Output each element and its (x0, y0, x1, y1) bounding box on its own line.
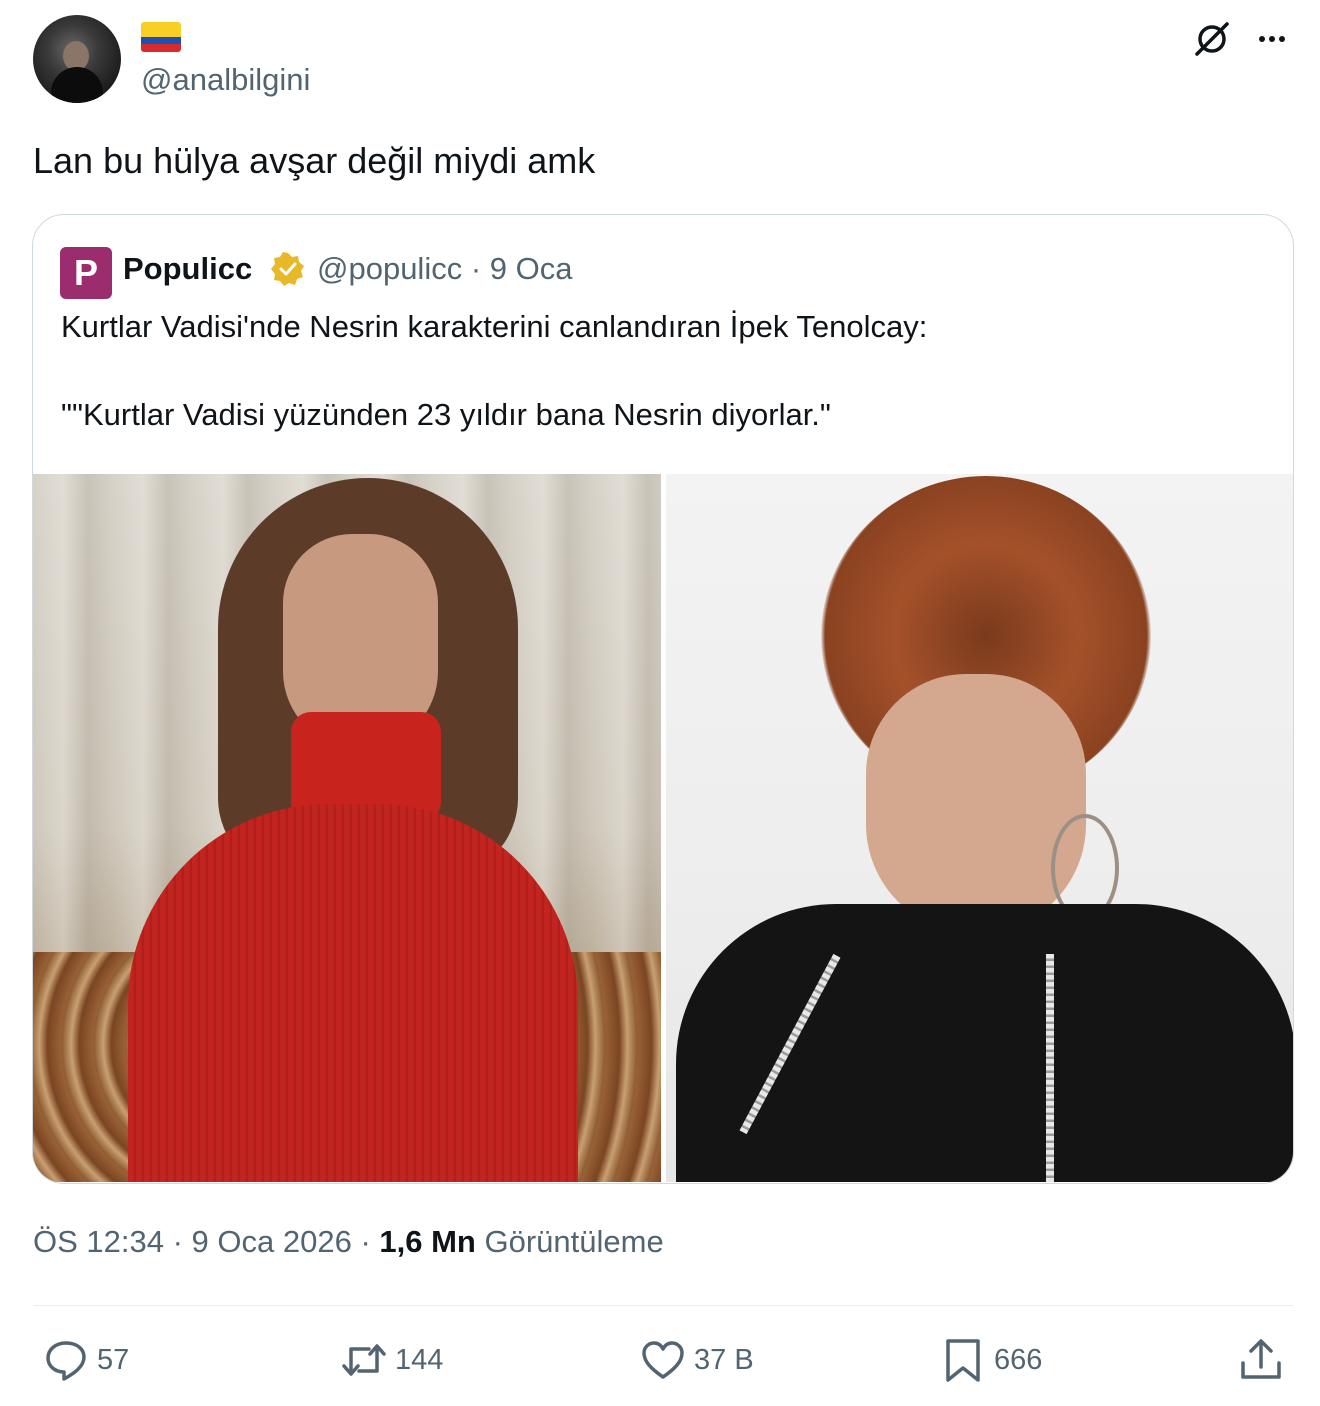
reply-button[interactable]: 57 (43, 1336, 129, 1384)
quoted-author-name[interactable]: Populicc (123, 251, 252, 287)
photo-woman-red-sweater[interactable] (33, 474, 661, 1182)
more-options-icon[interactable] (1254, 25, 1290, 53)
views-label: Görüntüleme (484, 1224, 664, 1259)
photo-woman-curly-hair[interactable] (666, 474, 1293, 1182)
author-avatar[interactable] (33, 15, 121, 103)
tweet-date[interactable]: 9 Oca 2026 (192, 1224, 352, 1259)
tweet-time[interactable]: ÖS 12:34 (33, 1224, 164, 1259)
red-sweater (128, 804, 578, 1182)
grok-icon[interactable] (1192, 19, 1232, 59)
bookmark-icon (946, 1339, 980, 1382)
retweet-button[interactable]: 144 (341, 1336, 443, 1384)
verified-badge-icon (271, 252, 304, 286)
author-handle[interactable]: @analbilgini (141, 62, 310, 98)
quoted-text-quote: ""Kurtlar Vadisi yüzünden 23 yıldır bana… (61, 397, 831, 432)
share-icon (1241, 1339, 1281, 1379)
views-count: 1,6 Mn (379, 1224, 476, 1259)
logo-letter: P (73, 252, 98, 293)
quoted-handle-date[interactable]: @populicc · 9 Oca (317, 251, 572, 287)
colombia-flag-icon (141, 22, 181, 52)
tweet-text: Lan bu hülya avşar değil miydi amk (33, 140, 596, 181)
share-button[interactable] (1238, 1336, 1284, 1384)
like-count: 37 B (694, 1343, 754, 1376)
like-button[interactable]: 37 B (640, 1336, 754, 1384)
hoodie-cord (1046, 954, 1054, 1182)
retweet-icon (342, 1344, 386, 1376)
bookmark-count: 666 (994, 1343, 1043, 1376)
bookmark-button[interactable]: 666 (940, 1336, 1042, 1384)
retweet-count: 144 (395, 1343, 444, 1376)
populicc-logo[interactable]: P (60, 247, 112, 299)
black-hoodie (676, 904, 1293, 1182)
quoted-text-line: Kurtlar Vadisi'nde Nesrin karakterini ca… (61, 309, 928, 344)
tweet-timestamp: ÖS 12:34 · 9 Oca 2026 · 1,6 Mn Görüntüle… (33, 1224, 664, 1259)
quoted-tweet-card[interactable]: P Populicc @populicc · 9 Oca Kurtlar Vad… (32, 214, 1294, 1184)
reply-count: 57 (97, 1343, 130, 1376)
divider (33, 1305, 1293, 1306)
photo-face (866, 674, 1086, 934)
heart-icon (642, 1341, 684, 1379)
reply-icon (46, 1341, 86, 1381)
avatar-body (51, 67, 103, 103)
